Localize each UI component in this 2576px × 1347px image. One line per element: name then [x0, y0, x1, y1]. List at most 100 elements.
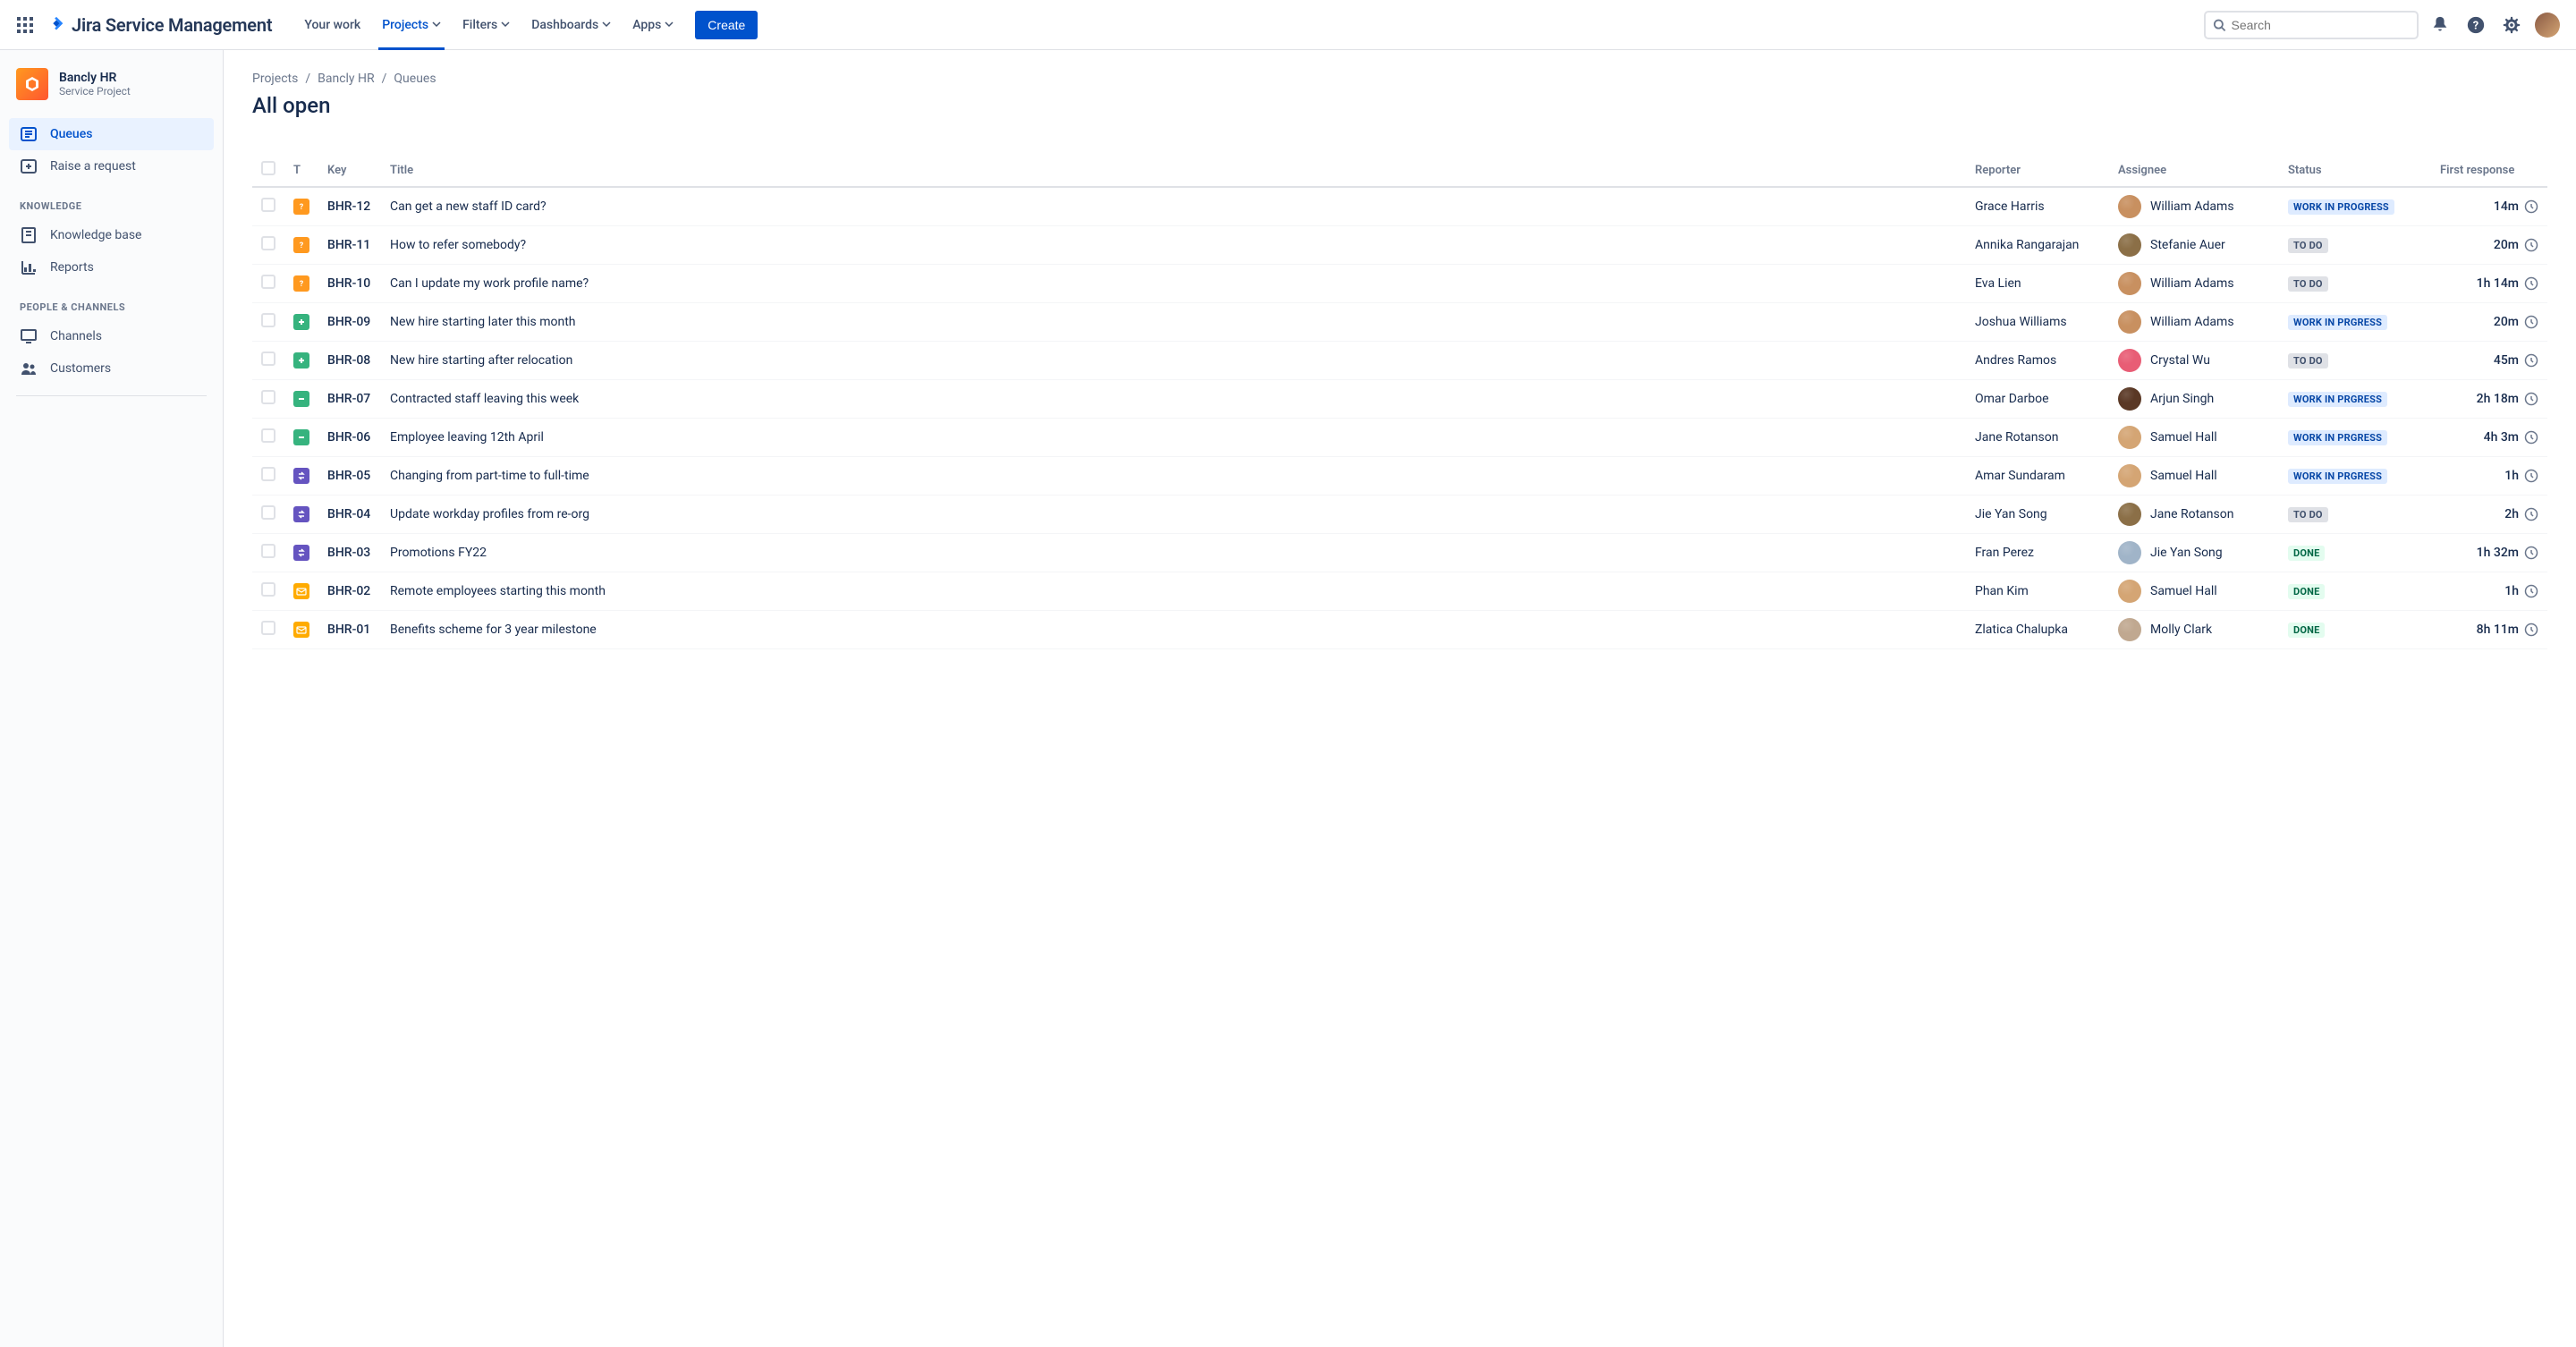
issue-key[interactable]: BHR-10 — [318, 265, 381, 303]
table-row[interactable]: BHR-06Employee leaving 12th AprilJane Ro… — [252, 419, 2547, 457]
issue-title[interactable]: Update workday profiles from re-org — [381, 496, 1966, 534]
sidebar-item-channels[interactable]: Channels — [9, 320, 214, 352]
row-checkbox[interactable] — [261, 313, 275, 327]
status-badge[interactable]: TO DO — [2288, 276, 2328, 292]
issue-title[interactable]: Changing from part-time to full-time — [381, 457, 1966, 496]
issue-assignee[interactable]: Jane Rotanson — [2118, 503, 2270, 526]
issue-title[interactable]: Contracted staff leaving this week — [381, 380, 1966, 419]
app-switcher-icon[interactable] — [14, 14, 36, 36]
row-checkbox[interactable] — [261, 467, 275, 481]
issue-assignee[interactable]: Stefanie Auer — [2118, 233, 2270, 257]
table-row[interactable]: BHR-05Changing from part-time to full-ti… — [252, 457, 2547, 496]
issue-key[interactable]: BHR-02 — [318, 572, 381, 611]
table-row[interactable]: BHR-07Contracted staff leaving this week… — [252, 380, 2547, 419]
status-badge[interactable]: TO DO — [2288, 353, 2328, 369]
issue-title[interactable]: Can get a new staff ID card? — [381, 187, 1966, 226]
table-row[interactable]: ?BHR-11How to refer somebody?Annika Rang… — [252, 226, 2547, 265]
row-checkbox[interactable] — [261, 275, 275, 289]
status-badge[interactable]: TO DO — [2288, 507, 2328, 522]
breadcrumb-project[interactable]: Bancly HR — [318, 72, 375, 86]
issue-title[interactable]: Promotions FY22 — [381, 534, 1966, 572]
issue-assignee[interactable]: Jie Yan Song — [2118, 541, 2270, 564]
nav-apps[interactable]: Apps — [622, 0, 684, 50]
row-checkbox[interactable] — [261, 505, 275, 520]
status-badge[interactable]: DONE — [2288, 584, 2325, 599]
brand[interactable]: Jira Service Management — [47, 14, 272, 36]
col-reporter[interactable]: Reporter — [1966, 154, 2109, 187]
issue-key[interactable]: BHR-12 — [318, 187, 381, 226]
nav-filters[interactable]: Filters — [452, 0, 521, 50]
issue-key[interactable]: BHR-03 — [318, 534, 381, 572]
row-checkbox[interactable] — [261, 544, 275, 558]
create-button[interactable]: Create — [695, 11, 758, 39]
status-badge[interactable]: WORK IN PRGRESS — [2288, 469, 2387, 484]
status-badge[interactable]: DONE — [2288, 546, 2325, 561]
status-badge[interactable]: WORK IN PRGRESS — [2288, 392, 2387, 407]
table-row[interactable]: BHR-09New hire starting later this month… — [252, 303, 2547, 342]
table-row[interactable]: BHR-08New hire starting after relocation… — [252, 342, 2547, 380]
table-row[interactable]: ?BHR-12Can get a new staff ID card?Grace… — [252, 187, 2547, 226]
issue-key[interactable]: BHR-11 — [318, 226, 381, 265]
breadcrumb-projects[interactable]: Projects — [252, 72, 298, 86]
issue-assignee[interactable]: William Adams — [2118, 310, 2270, 334]
issue-title[interactable]: Remote employees starting this month — [381, 572, 1966, 611]
issue-key[interactable]: BHR-08 — [318, 342, 381, 380]
issue-key[interactable]: BHR-06 — [318, 419, 381, 457]
notifications-icon[interactable] — [2426, 11, 2454, 39]
table-row[interactable]: BHR-04Update workday profiles from re-or… — [252, 496, 2547, 534]
breadcrumb-page[interactable]: Queues — [394, 72, 436, 86]
nav-projects[interactable]: Projects — [371, 0, 452, 50]
issue-title[interactable]: Benefits scheme for 3 year milestone — [381, 611, 1966, 649]
issue-title[interactable]: New hire starting later this month — [381, 303, 1966, 342]
col-status[interactable]: Status — [2279, 154, 2431, 187]
row-checkbox[interactable] — [261, 621, 275, 635]
status-badge[interactable]: TO DO — [2288, 238, 2328, 253]
issue-assignee[interactable]: Samuel Hall — [2118, 580, 2270, 603]
issue-assignee[interactable]: Samuel Hall — [2118, 464, 2270, 487]
row-checkbox[interactable] — [261, 582, 275, 597]
col-assignee[interactable]: Assignee — [2109, 154, 2279, 187]
nav-dashboards[interactable]: Dashboards — [521, 0, 622, 50]
col-type[interactable]: T — [284, 154, 318, 187]
row-checkbox[interactable] — [261, 352, 275, 366]
issue-key[interactable]: BHR-04 — [318, 496, 381, 534]
table-row[interactable]: BHR-02Remote employees starting this mon… — [252, 572, 2547, 611]
issue-assignee[interactable]: William Adams — [2118, 195, 2270, 218]
settings-icon[interactable] — [2497, 11, 2526, 39]
table-row[interactable]: BHR-01Benefits scheme for 3 year milesto… — [252, 611, 2547, 649]
sidebar-item-reports[interactable]: Reports — [9, 251, 214, 284]
issue-assignee[interactable]: William Adams — [2118, 272, 2270, 295]
row-checkbox[interactable] — [261, 236, 275, 250]
issue-title[interactable]: New hire starting after relocation — [381, 342, 1966, 380]
status-badge[interactable]: WORK IN PROGRESS — [2288, 199, 2394, 215]
issue-key[interactable]: BHR-09 — [318, 303, 381, 342]
issue-title[interactable]: How to refer somebody? — [381, 226, 1966, 265]
issue-assignee[interactable]: Molly Clark — [2118, 618, 2270, 641]
status-badge[interactable]: WORK IN PRGRESS — [2288, 315, 2387, 330]
issue-assignee[interactable]: Arjun Singh — [2118, 387, 2270, 411]
issue-title[interactable]: Can I update my work profile name? — [381, 265, 1966, 303]
row-checkbox[interactable] — [261, 390, 275, 404]
table-row[interactable]: ?BHR-10Can I update my work profile name… — [252, 265, 2547, 303]
help-icon[interactable]: ? — [2462, 11, 2490, 39]
col-title[interactable]: Title — [381, 154, 1966, 187]
sidebar-item-raise-request[interactable]: Raise a request — [9, 150, 214, 182]
select-all-checkbox[interactable] — [261, 161, 275, 175]
issue-title[interactable]: Employee leaving 12th April — [381, 419, 1966, 457]
issue-key[interactable]: BHR-01 — [318, 611, 381, 649]
table-row[interactable]: BHR-03Promotions FY22Fran PerezJie Yan S… — [252, 534, 2547, 572]
search-input[interactable] — [2204, 11, 2419, 39]
issue-key[interactable]: BHR-07 — [318, 380, 381, 419]
sidebar-item-queues[interactable]: Queues — [9, 118, 214, 150]
sidebar-item-knowledge-base[interactable]: Knowledge base — [9, 219, 214, 251]
issue-assignee[interactable]: Samuel Hall — [2118, 426, 2270, 449]
project-header[interactable]: Bancly HR Service Project — [9, 68, 214, 118]
nav-your-work[interactable]: Your work — [293, 0, 371, 50]
row-checkbox[interactable] — [261, 198, 275, 212]
issue-assignee[interactable]: Crystal Wu — [2118, 349, 2270, 372]
col-first-response[interactable]: First response — [2431, 154, 2547, 187]
col-key[interactable]: Key — [318, 154, 381, 187]
row-checkbox[interactable] — [261, 428, 275, 443]
status-badge[interactable]: DONE — [2288, 623, 2325, 638]
issue-key[interactable]: BHR-05 — [318, 457, 381, 496]
